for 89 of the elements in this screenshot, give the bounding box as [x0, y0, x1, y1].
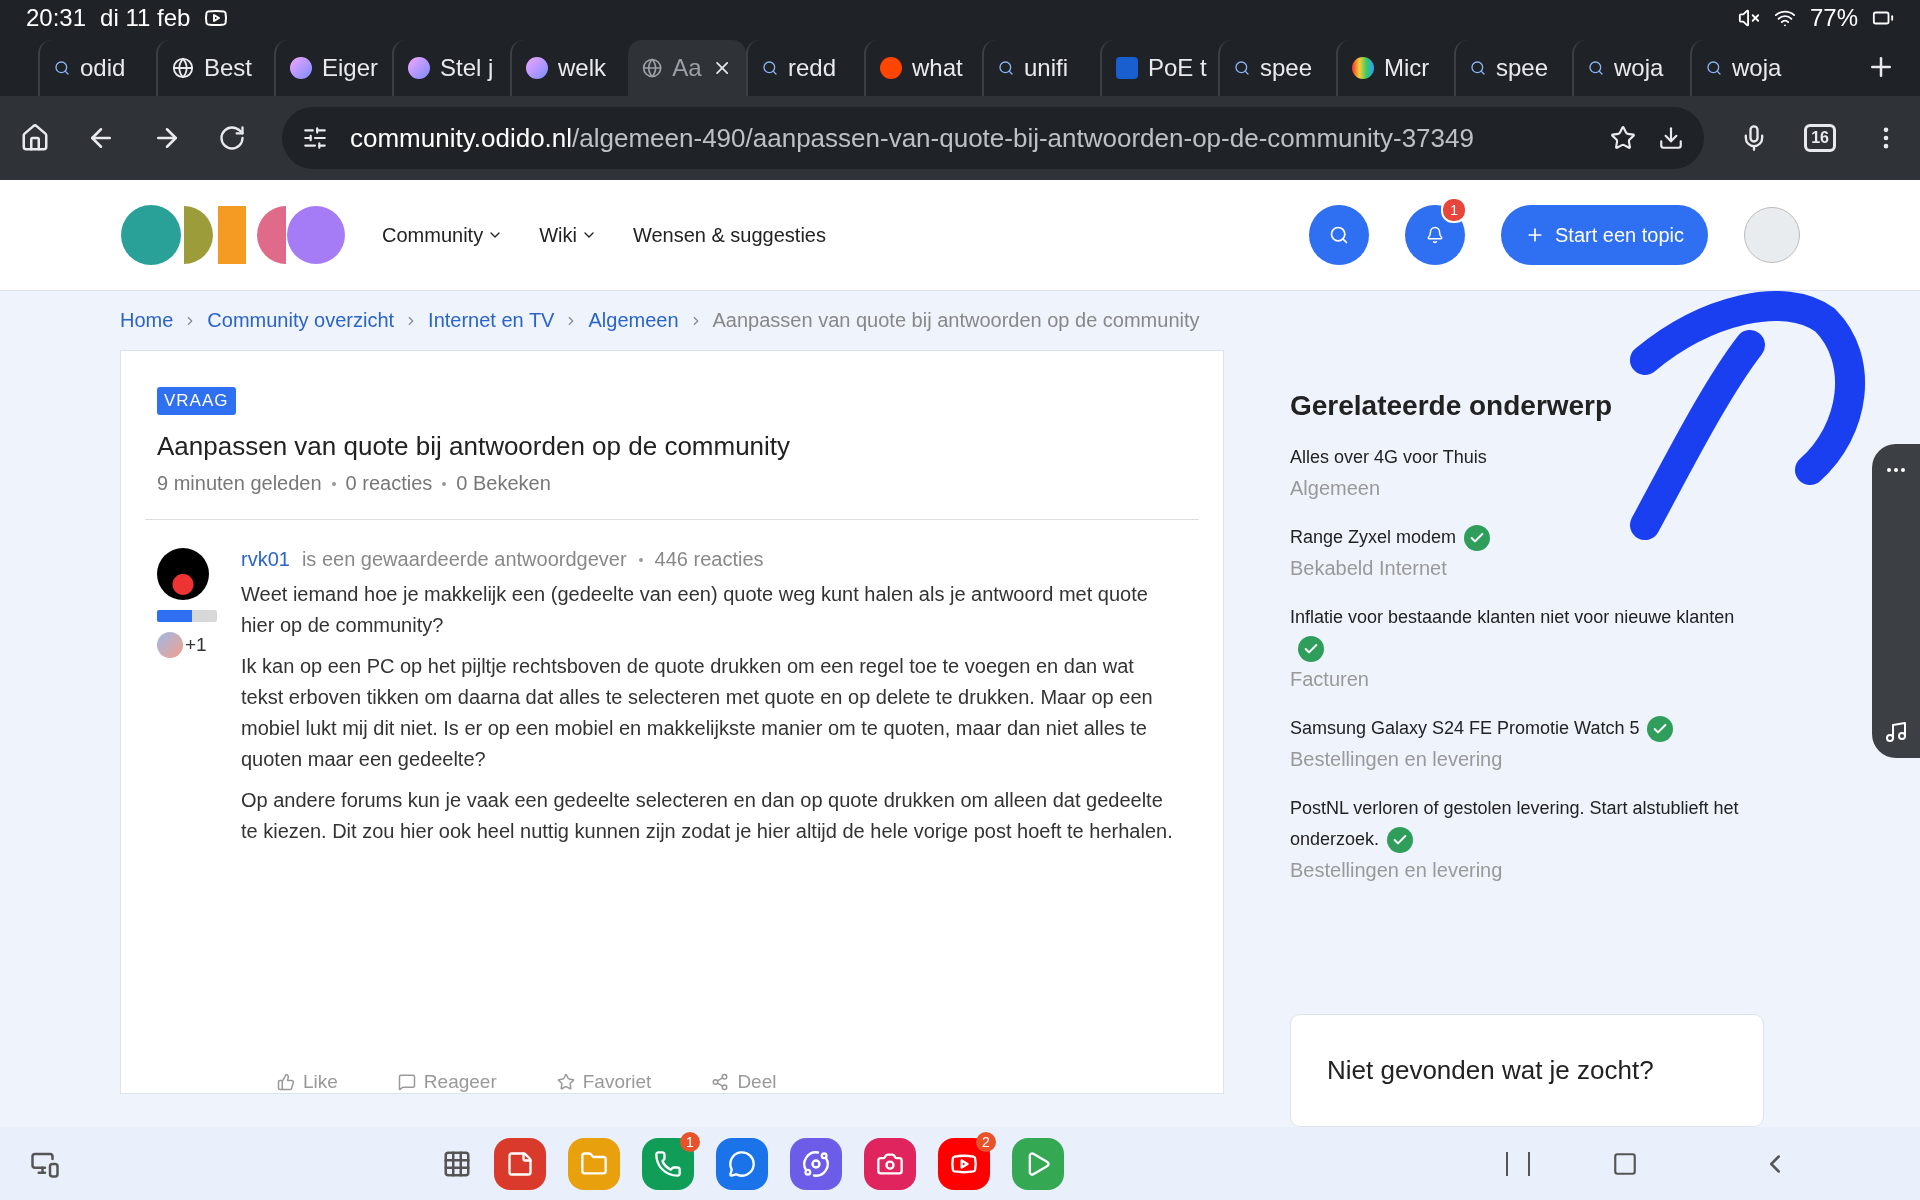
author-avatar[interactable] [157, 548, 209, 600]
topic-category: Algemeen [1290, 477, 1382, 500]
app-icon[interactable] [716, 1137, 768, 1190]
app-icon[interactable] [864, 1137, 916, 1190]
related-topic-link[interactable]: Alles over 4G voor Thuis [1290, 442, 1764, 473]
topic-category: Bestellingen en levering [1290, 859, 1504, 882]
globe-icon [172, 57, 194, 79]
share-icon [711, 1073, 730, 1091]
site-icon [408, 57, 430, 79]
edge-panel[interactable] [1872, 444, 1920, 758]
app-badge: 1 [680, 1131, 700, 1152]
recents-icon[interactable] [1506, 1151, 1530, 1176]
notification-count: 1 [1441, 197, 1468, 223]
status-date: di 11 feb [100, 4, 191, 32]
tab-count[interactable]: 16 [1804, 124, 1836, 152]
badge-count: +1 [185, 634, 207, 656]
app-icon[interactable] [1012, 1137, 1064, 1190]
app-glyph-icon [728, 1149, 756, 1178]
reload-icon[interactable] [218, 124, 246, 152]
download-icon[interactable] [1658, 125, 1685, 151]
post-meta: 0 Bekeken [456, 472, 551, 495]
topic-category: Bestellingen en levering [1290, 748, 1504, 771]
logo-drawing[interactable] [120, 204, 346, 266]
related-topic-link[interactable]: Samsung Galaxy S24 FE Promotie Watch 5 [1290, 713, 1764, 744]
search-icon [1470, 60, 1486, 76]
search-icon [998, 60, 1014, 76]
browser-tab[interactable]: Aa [628, 40, 746, 96]
post-meta: 0 reacties [345, 472, 433, 495]
post-paragraph: Ik kan op een PC op het pijltje rechtsboven de quote drukken om een regel toe te voegen en dan wat tekst erboven tikken om daarna dat alles te selecteren met quote en op delete te drukken. Maar op een mobiel lukt mij dit niet. Is er op een mobiel en makkelijkste manier om te quoten, maar dan niet alles te quoten maar een gedeelte? [241, 654, 1154, 772]
search-icon [1329, 225, 1350, 245]
app-glyph-icon [506, 1149, 534, 1178]
battery-percent: 77% [1809, 4, 1858, 32]
nav-link[interactable]: Wiki [539, 223, 597, 247]
related-topic-link[interactable]: PostNL verloren of gestolen levering. Start alstublieft het onderzoek. [1290, 793, 1764, 855]
site-icon [880, 57, 902, 79]
speech-bubble-icon [397, 1073, 416, 1091]
app-glyph-icon [802, 1149, 830, 1178]
site-icon [526, 57, 548, 79]
status-time: 20:31 [26, 4, 87, 32]
breadcrumb-link[interactable]: Community overzicht [207, 309, 395, 332]
post-paragraph: Weet iemand hoe je makkelijk een (gedeelte van een) quote weg kunt halen als je antwoord met quote hier op de community? [241, 582, 1149, 638]
site-settings-icon[interactable] [302, 125, 328, 151]
badge-icon [157, 632, 183, 658]
search-icon [1588, 60, 1604, 76]
home-icon[interactable] [20, 123, 50, 153]
app-glyph-icon [654, 1149, 682, 1178]
site-icon [1352, 57, 1374, 79]
nav-link[interactable]: Wensen & suggesties [632, 223, 826, 247]
topic-category: Bekabeld Internet [1290, 557, 1448, 580]
topic-category: Facturen [1290, 668, 1370, 691]
related-topic-link[interactable]: Range Zyxel modem [1290, 522, 1764, 553]
address-field[interactable]: community.odido.nl/algemeen-490/aanpassen-van-quote-bij-antwoorden-op-de-community-37349 [282, 107, 1705, 169]
search-icon [54, 60, 70, 76]
notifications-button[interactable] [1405, 205, 1466, 265]
breadcrumb-link[interactable]: Algemeen [588, 309, 679, 332]
app-icon[interactable] [642, 1137, 694, 1190]
music-note-icon[interactable] [1884, 720, 1908, 744]
search-icon [1706, 60, 1722, 76]
start-topic-button[interactable]: Start een topic [1501, 205, 1708, 265]
breadcrumb-link[interactable]: Internet en TV [428, 309, 555, 332]
thumbs-up-icon [277, 1073, 295, 1091]
bookmark-icon[interactable] [1610, 125, 1637, 151]
app-icon[interactable] [790, 1137, 842, 1190]
related-heading: Gerelateerde onderwerp [1290, 390, 1613, 422]
star-icon [556, 1073, 575, 1091]
author-rank: is een gewaardeerde antwoordgever [301, 548, 627, 571]
url-text: community.odido.nl/algemeen-490/aanpassen-van-quote-bij-antwoorden-op-de-community-37349 [350, 122, 1474, 154]
app-badge: 2 [976, 1131, 996, 1152]
mute-icon [1737, 7, 1760, 29]
question-tag: VRAAG [157, 387, 236, 415]
bell-icon [1426, 226, 1445, 244]
home-button-icon[interactable] [1612, 1150, 1638, 1177]
help-card-title: Niet gevonden wat je zocht? [1327, 1055, 1655, 1086]
author-name[interactable]: rvk01 [241, 548, 290, 571]
app-glyph-icon [580, 1149, 608, 1178]
globe-icon [642, 57, 663, 79]
post-paragraph: Op andere forums kun je vaak een gedeelte selecteren en dan op quote drukken om alleen dat gedeelte te kiezen. Dit zou hier ook heel nuttig kunnen zijn zodat je hier altijd de hele vorige post hoeft te herhalen. [241, 788, 1174, 844]
post-meta: 9 minuten geleden [157, 472, 322, 495]
post-title: Aanpassen van quote bij antwoorden op de community [157, 431, 792, 462]
author-reactions: 446 reacties [654, 548, 764, 571]
app-icon[interactable] [938, 1137, 990, 1190]
nav-link[interactable]: Community [382, 223, 504, 247]
search-icon [762, 60, 778, 76]
breadcrumb-link[interactable]: Home [120, 309, 174, 332]
related-topic-link[interactable]: Inflatie voor bestaande klanten niet voor nieuwe klanten [1290, 602, 1764, 664]
site-icon [290, 57, 312, 79]
search-icon [1234, 60, 1250, 76]
app-icon[interactable] [494, 1137, 546, 1190]
site-icon [1116, 57, 1138, 79]
